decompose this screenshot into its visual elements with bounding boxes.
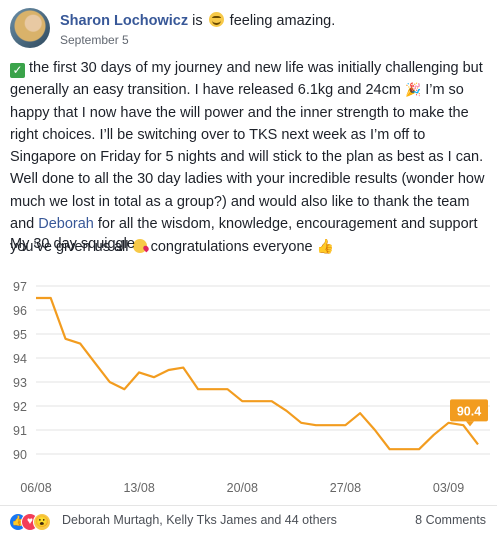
comments-count-link[interactable]: 8 Comments (415, 513, 486, 527)
series-line (36, 296, 479, 451)
mention-link[interactable]: Deborah (38, 216, 94, 232)
y-tick-label: 97 (13, 280, 27, 294)
feeling-text: feeling amazing. (229, 13, 336, 29)
post-header: Sharon Lochowicz is feeling amazing. Sep… (10, 8, 490, 50)
y-tick-label: 92 (13, 400, 27, 414)
x-tick-label: 03/09 (433, 481, 464, 495)
weight-chart: 97 96 95 94 93 92 91 90 06/08 13/08 20/08 27/08 03/0… (0, 266, 497, 496)
post-footer: 👍 ♥ 😮 Deborah Murtagh, Kelly Tks James and… (0, 505, 497, 534)
chart-caption: My 30 day squiggle (10, 236, 135, 252)
post-title-line: Sharon Lochowicz is feeling amazing. (60, 12, 335, 30)
end-value-label: 90.4 (457, 404, 481, 418)
post-date-link[interactable]: September 5 (60, 33, 129, 47)
y-tick-label: 91 (13, 424, 27, 438)
y-tick-label: 95 (13, 328, 27, 342)
avatar[interactable] (10, 8, 50, 48)
weight-chart-svg: 97 96 95 94 93 92 91 90 06/08 13/08 20/08 27/08 03/0… (13, 280, 490, 495)
reaction-icons[interactable]: 👍 ♥ 😮 (9, 513, 51, 531)
x-tick-label: 06/08 (20, 481, 51, 495)
x-tick-label: 27/08 (330, 481, 361, 495)
end-value-label-pointer (466, 421, 474, 427)
y-tick-label: 93 (13, 376, 27, 390)
check-mark-icon: ✓ (10, 63, 25, 78)
smiling-face-icon (208, 12, 224, 27)
is-text: is (192, 13, 203, 29)
post-text-4: congratulations everyone (150, 239, 313, 256)
author-name-link[interactable]: Sharon Lochowicz (60, 13, 188, 29)
x-tick-label: 13/08 (123, 481, 154, 495)
y-tick-label: 96 (13, 304, 27, 318)
y-tick-label: 90 (13, 448, 27, 462)
thumbs-up-icon: 👍 (316, 238, 335, 255)
x-tick-label: 20/08 (227, 481, 258, 495)
post-body: ✓ the first 30 days of my journey and new… (10, 57, 490, 259)
wow-reaction-icon: 😮 (33, 513, 51, 531)
y-tick-label: 94 (13, 352, 27, 366)
post-text-2: I’m so happy that I now have the will po… (10, 82, 485, 233)
party-popper-icon: 🎉 (404, 82, 422, 98)
reaction-names-link[interactable]: Deborah Murtagh, Kelly Tks James and 44 … (62, 513, 337, 527)
